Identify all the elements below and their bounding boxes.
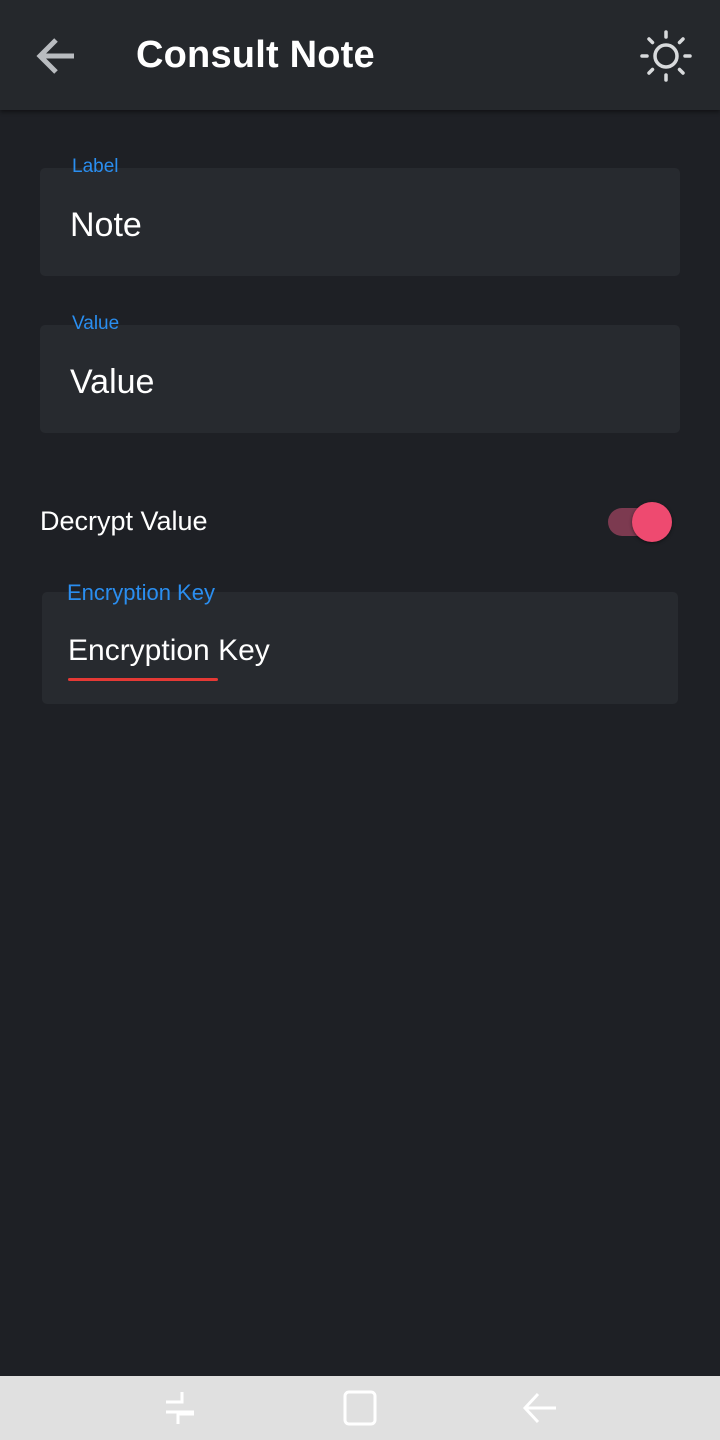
app-bar: Consult Note [0,0,720,110]
encryption-key-word-misspelled: Encryption [68,634,210,667]
recent-apps-icon [166,1392,194,1424]
back-button[interactable] [30,30,82,82]
label-field-caption: Label [66,156,125,178]
home-icon [343,1390,377,1426]
system-back-button[interactable] [520,1388,560,1428]
switch-thumb[interactable] [632,502,672,542]
encryption-key-caption: Encryption Key [61,580,221,606]
page-title: Consult Note [136,34,375,76]
value-field-caption: Value [66,313,126,335]
sun-icon [640,30,692,82]
decrypt-value-label: Decrypt Value [40,506,208,536]
decrypt-value-row: Decrypt Value [40,500,680,544]
label-field-value[interactable]: Note [70,206,142,245]
recent-apps-button[interactable] [160,1388,200,1428]
encryption-key-field[interactable]: Encryption Key Encryption Key [42,580,678,704]
value-field-value[interactable]: Value [70,363,154,402]
system-navigation-bar [0,1376,720,1440]
encryption-key-word: Key [209,634,270,667]
back-icon [522,1392,556,1424]
value-field[interactable]: Value Value [40,313,680,433]
decrypt-value-switch[interactable] [608,502,676,542]
label-field[interactable]: Label Note [40,156,680,276]
theme-toggle-button[interactable] [638,28,694,84]
arrow-left-icon [36,38,74,74]
spellcheck-underline [68,678,218,681]
encryption-key-input[interactable]: Encryption Key [68,634,270,668]
home-button[interactable] [340,1388,380,1428]
